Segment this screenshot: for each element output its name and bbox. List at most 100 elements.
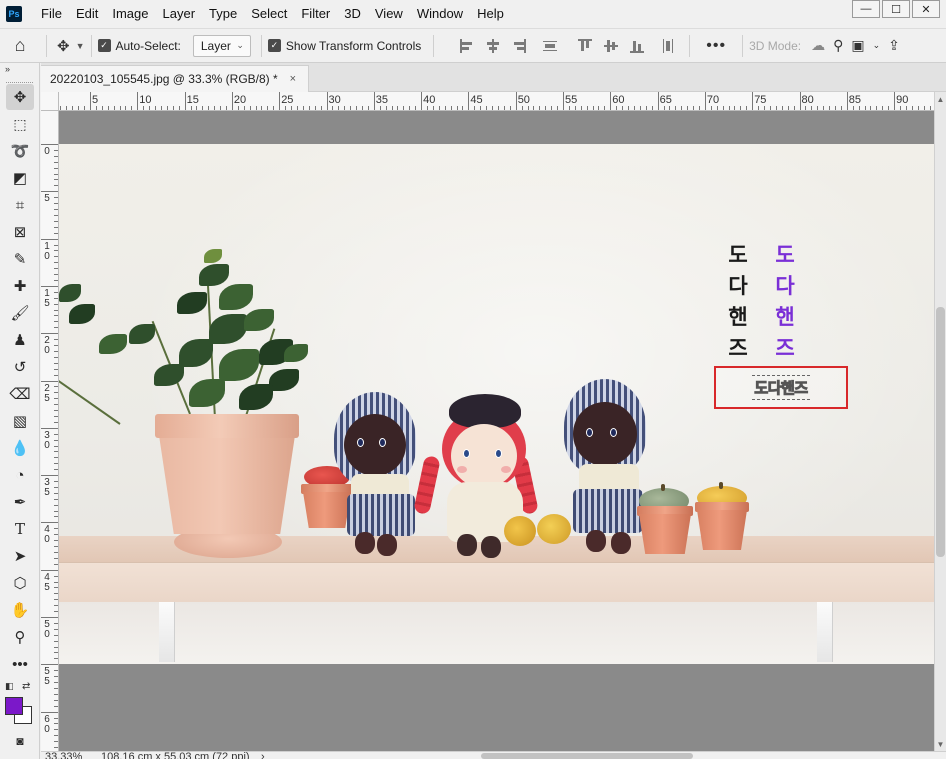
menu-image[interactable]: Image — [105, 0, 155, 28]
align-top-edges-icon[interactable] — [577, 38, 593, 54]
close-tab-icon[interactable]: × — [290, 73, 296, 85]
ruler-minor-tick — [54, 546, 58, 548]
object-selection-tool-icon[interactable]: ◩ — [6, 165, 34, 191]
ruler-minor-tick — [432, 106, 434, 110]
menu-bar: Ps File Edit Image Layer Type Select Fil… — [0, 0, 946, 28]
ruler-minor-tick — [54, 421, 58, 423]
edit-toolbar-icon[interactable]: ••• — [6, 651, 34, 677]
default-colors-icon[interactable]: ◧ — [5, 681, 14, 692]
move-tool-icon[interactable]: ✥ — [57, 37, 70, 55]
horizontal-scroll-thumb[interactable] — [481, 753, 693, 759]
ruler-minor-tick — [574, 106, 576, 110]
ruler-minor-tick — [385, 106, 387, 110]
show-transform-controls-checkbox[interactable]: ✓ Show Transform Controls — [267, 39, 421, 53]
marquee-tool-icon[interactable]: ⬚ — [6, 111, 34, 137]
shape-tool-icon[interactable]: ⬡ — [6, 570, 34, 596]
align-left-edges-icon[interactable] — [459, 38, 475, 54]
menu-view[interactable]: View — [368, 0, 410, 28]
ruler-minor-tick — [54, 238, 58, 240]
selected-text-layer[interactable]: 도다핸즈 — [752, 375, 810, 400]
frame-tool-icon[interactable]: ⊠ — [6, 219, 34, 245]
ruler-minor-tick — [320, 106, 322, 110]
clone-stamp-tool-icon[interactable]: ♟ — [6, 327, 34, 353]
chevron-down-icon[interactable]: ⌄ — [873, 40, 881, 51]
align-bottom-edges-icon[interactable] — [629, 38, 645, 54]
menu-select[interactable]: Select — [244, 0, 294, 28]
menu-help[interactable]: Help — [470, 0, 511, 28]
ruler-minor-tick — [568, 106, 570, 110]
distribute-vertical-icon[interactable] — [542, 38, 558, 54]
home-icon[interactable]: ⌂ — [0, 35, 40, 56]
pen-tool-icon[interactable]: ✒ — [6, 489, 34, 515]
move-tool-icon[interactable]: ✥ — [6, 84, 34, 110]
vertical-scroll-thumb[interactable] — [936, 307, 945, 557]
options-bar: ⌂ ✥ ▼ ✓ Auto-Select: Layer ⌄ ✓ Show Tran… — [0, 28, 946, 63]
gradient-tool-icon[interactable]: ▧ — [6, 408, 34, 434]
menu-layer[interactable]: Layer — [156, 0, 203, 28]
text-layer-black[interactable]: 도 다 핸 즈 — [723, 240, 753, 364]
align-horizontal-centers-icon[interactable] — [485, 38, 501, 54]
tool-preset-dropdown-icon[interactable]: ▼ — [76, 41, 85, 51]
scroll-down-icon[interactable]: ▼ — [935, 737, 946, 751]
ruler-origin[interactable] — [41, 92, 59, 111]
type-tool-icon[interactable]: T — [6, 516, 34, 542]
panel-grip[interactable] — [6, 75, 33, 83]
ruler-minor-tick — [740, 106, 742, 110]
restore-button[interactable]: ☐ — [882, 0, 910, 18]
screen-mode-icon[interactable]: ▭ — [6, 755, 34, 759]
zoom-tool-icon[interactable]: ⚲ — [6, 624, 34, 650]
eraser-tool-icon[interactable]: ⌫ — [6, 381, 34, 407]
align-right-edges-icon[interactable] — [511, 38, 527, 54]
3d-mode-label: 3D Mode: — [749, 38, 802, 53]
share-icon[interactable]: ⇪ — [888, 37, 900, 54]
healing-brush-tool-icon[interactable]: ✚ — [6, 273, 34, 299]
document-image[interactable]: 도 다 핸 즈 도 다 핸 즈 도다핸즈 — [59, 144, 934, 664]
menu-type[interactable]: Type — [202, 0, 244, 28]
lasso-tool-icon[interactable]: ➰ — [6, 138, 34, 164]
ruler-minor-tick — [829, 106, 831, 110]
menu-edit[interactable]: Edit — [69, 0, 105, 28]
text-layer-purple[interactable]: 도 다 핸 즈 — [770, 240, 800, 364]
menu-3d[interactable]: 3D — [337, 0, 368, 28]
brush-tool-icon[interactable]: 🖌 — [6, 300, 34, 326]
hand-tool-icon[interactable]: ✋ — [6, 597, 34, 623]
canvas-area[interactable]: 도 다 핸 즈 도 다 핸 즈 도다핸즈 — [59, 111, 934, 751]
search-icon[interactable]: ⚲ — [833, 37, 843, 54]
selected-text-highlight[interactable]: 도다핸즈 — [714, 366, 848, 409]
ruler-minor-tick — [769, 106, 771, 110]
menu-filter[interactable]: Filter — [294, 0, 337, 28]
ruler-minor-tick — [225, 106, 227, 110]
foreground-color-swatch[interactable] — [5, 697, 23, 715]
3d-orbit-icon[interactable]: ☁ — [811, 37, 825, 54]
path-selection-tool-icon[interactable]: ➤ — [6, 543, 34, 569]
scroll-up-icon[interactable]: ▲ — [935, 92, 946, 106]
close-button[interactable]: ✕ — [912, 0, 940, 18]
align-vertical-centers-icon[interactable] — [603, 38, 619, 54]
more-options-button[interactable]: ••• — [706, 37, 726, 55]
ruler-minor-tick — [54, 356, 58, 358]
collapse-panel-icon[interactable]: » — [0, 63, 39, 75]
crop-tool-icon[interactable]: ⌗ — [6, 192, 34, 218]
menu-window[interactable]: Window — [410, 0, 470, 28]
workspace-icon[interactable]: ▣ — [851, 37, 864, 54]
ruler-minor-tick — [243, 106, 245, 110]
distribute-horizontal-icon[interactable] — [660, 38, 676, 54]
document-tab[interactable]: 20220103_105545.jpg @ 33.3% (RGB/8) * × — [41, 65, 309, 92]
ruler-minor-tick — [870, 106, 872, 110]
auto-select-target-dropdown[interactable]: Layer ⌄ — [192, 34, 251, 57]
eyedropper-tool-icon[interactable]: ✎ — [6, 246, 34, 272]
minimize-button[interactable]: — — [852, 0, 880, 18]
quick-mask-icon[interactable]: ◙ — [6, 728, 34, 754]
blur-tool-icon[interactable]: 💧 — [6, 435, 34, 461]
ruler-minor-tick — [54, 279, 58, 281]
vertical-ruler[interactable]: 0 5 10 15 20 25 30 35 40 45 50 55 60 — [41, 111, 59, 751]
menu-file[interactable]: File — [34, 0, 69, 28]
vertical-scrollbar[interactable]: ▲ ▼ — [934, 92, 946, 751]
dodge-tool-icon[interactable]: ◔ — [6, 462, 34, 488]
horizontal-ruler[interactable]: 5 10 15 20 25 30 35 40 45 50 55 60 65 70 75 80 85 90 — [59, 92, 934, 111]
status-menu-arrow[interactable]: › — [261, 752, 265, 759]
auto-select-checkbox[interactable]: ✓ Auto-Select: — [97, 39, 181, 53]
zoom-level[interactable]: 33.33% — [45, 752, 82, 759]
swap-colors-icon[interactable]: ⇄ — [22, 681, 30, 692]
history-brush-tool-icon[interactable]: ↺ — [6, 354, 34, 380]
